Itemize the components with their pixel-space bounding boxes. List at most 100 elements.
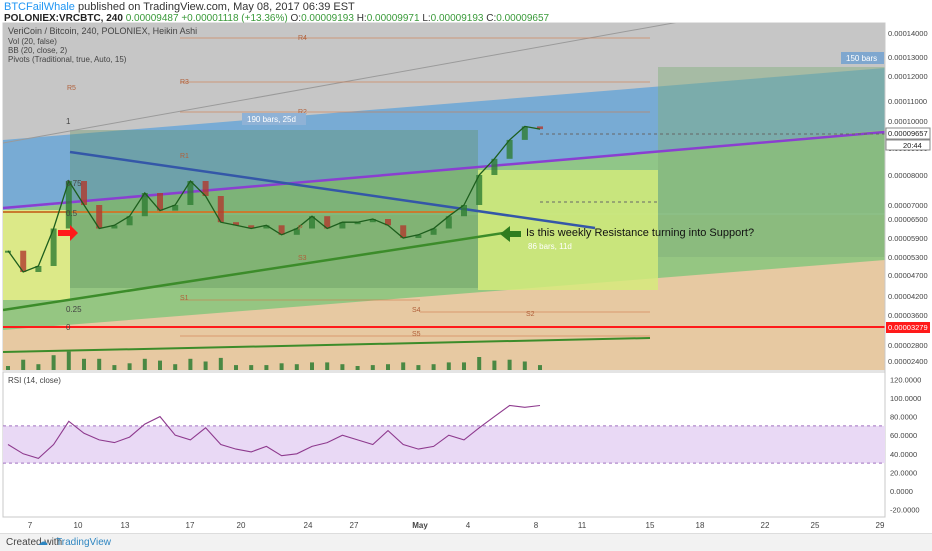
volume-bar [82,358,86,370]
time-tick-label: 10 [74,521,83,530]
volume-bar [173,364,178,370]
date-range-box [70,130,478,288]
fib-075-label: 0.75 [66,179,82,188]
rsi-tick-label: 60.0000 [890,431,917,440]
legend-vol: Vol (20, false) [8,37,57,46]
tradingview-brand[interactable]: TradingView [56,537,111,548]
rsi-tick-label: 100.0000 [890,394,921,403]
pivot-label: S5 [412,331,421,338]
price-tick-label: 0.00014000 [888,29,928,38]
pivot-label: S1 [180,295,189,302]
price-tick-label: 0.00010000 [888,117,928,126]
volume-bar [51,355,56,370]
bars-150-label: 150 bars [846,54,877,63]
pivot-label: R1 [180,153,189,160]
price-tick-label: 0.00012000 [888,72,928,81]
volume-bar [325,362,330,370]
annotation-question: Is this weekly Resistance turning into S… [526,227,754,239]
volume-bar [66,351,71,370]
fib-0-label: 0 [66,323,71,332]
legend-bb: BB (20, close, 2) [8,46,67,55]
volume-bar [127,363,132,370]
rsi-axis[interactable]: 120.0000 100.0000 80.0000 60.0000 40.0000 20.… [890,375,921,514]
volume-bar [507,359,512,370]
volume-bar [462,362,466,370]
time-tick-label: May [412,521,428,530]
created-with: Created with [6,537,63,548]
price-tick-label: 0.00013000 [888,53,928,62]
fib-025-label: 0.25 [66,305,82,314]
volume-bar [355,366,360,370]
pivot-label: S2 [526,311,535,318]
pivot-label: R3 [180,79,189,86]
time-tick-label: 25 [811,521,820,530]
pivot-label: R4 [298,35,307,42]
volume-bar [492,360,497,370]
time-tick-label: 29 [876,521,885,530]
pivot-label: R5 [67,85,76,92]
volume-bar [446,362,451,370]
range-label: 190 bars, 25d [247,115,296,124]
time-tick-label: 24 [304,521,313,530]
price-tick-label: 0.00004700 [888,271,928,280]
time-axis[interactable]: 7 10 13 17 20 24 27 May 4 8 11 15 18 22 25 29 [28,521,885,530]
tradingview-cloud-icon: ☁ [38,537,48,548]
time-tick-label: 22 [761,521,770,530]
time-tick-label: 15 [646,521,655,530]
volume-bar [234,365,238,370]
volume-bar [538,365,542,370]
time-tick-label: 11 [578,521,587,530]
rsi-band [3,425,885,464]
volume-bar [36,364,41,370]
price-tick-label: 0.00008000 [888,171,928,180]
volume-bar [218,357,223,370]
time-tick-label: 18 [696,521,705,530]
yellow-left [3,210,70,300]
price-tick-label: 0.00002400 [888,357,928,366]
time-tick-label: 4 [466,521,471,530]
price-tick-label: 0.00002800 [888,341,928,350]
volume-bar [522,361,527,370]
volume-bar [416,365,421,370]
volume-bar [340,364,345,370]
volume-bar [431,364,436,370]
price-tick-label: 0.00005300 [888,253,928,262]
bars-86-label: 86 bars, 11d [528,242,572,251]
legend-pivots: Pivots (Traditional, true, Auto, 15) [8,55,127,64]
pivot-label: S4 [412,307,421,314]
rsi-tick-label: 120.0000 [890,375,921,384]
fib-05-label: 0.5 [66,209,78,218]
price-tick-label: 0.00011000 [888,97,927,106]
rsi-tick-label: 0.0000 [890,487,913,496]
volume-bar [6,366,10,370]
volume-bar [386,364,390,370]
pivot-label: S3 [298,255,307,262]
volume-bar [310,362,314,370]
price-tick-label: 0.00006500 [888,215,928,224]
volume-bar [249,365,254,370]
rsi-tick-label: 40.0000 [890,450,917,459]
volume-bar [294,364,299,370]
volume-bar [112,365,117,370]
price-drawings [3,23,885,370]
rsi-tick-label: 80.0000 [890,413,917,422]
price-axis[interactable]: 0.00014000 0.00013000 0.00012000 0.00011000… [888,29,928,366]
tradingview-chart[interactable]: R5R4R3R2R1PS1S2S3S4S5 1 0.75 0.5 0.25 0 … [0,0,932,533]
rsi-tick-label: -20.0000 [890,506,920,515]
rsi-title: RSI (14, close) [8,376,61,385]
rsi-tick-label: 20.0000 [890,468,917,477]
current-price-text: 0.00009657 [888,129,928,138]
time-tick-label: 17 [186,521,195,530]
time-tick-label: 27 [350,521,359,530]
volume-bar [97,358,102,370]
volume-bar [21,359,26,370]
pivot-label: P [298,225,303,232]
price-tick-label: 0.00007000 [888,201,928,210]
time-tick-label: 13 [121,521,130,530]
countdown-text: 20:44 [903,141,922,150]
time-tick-label: 20 [237,521,246,530]
fib-1-label: 1 [66,117,71,126]
volume-bar [264,365,269,370]
volume-bar [188,358,193,370]
price-tick-label: 0.00004200 [888,292,928,301]
